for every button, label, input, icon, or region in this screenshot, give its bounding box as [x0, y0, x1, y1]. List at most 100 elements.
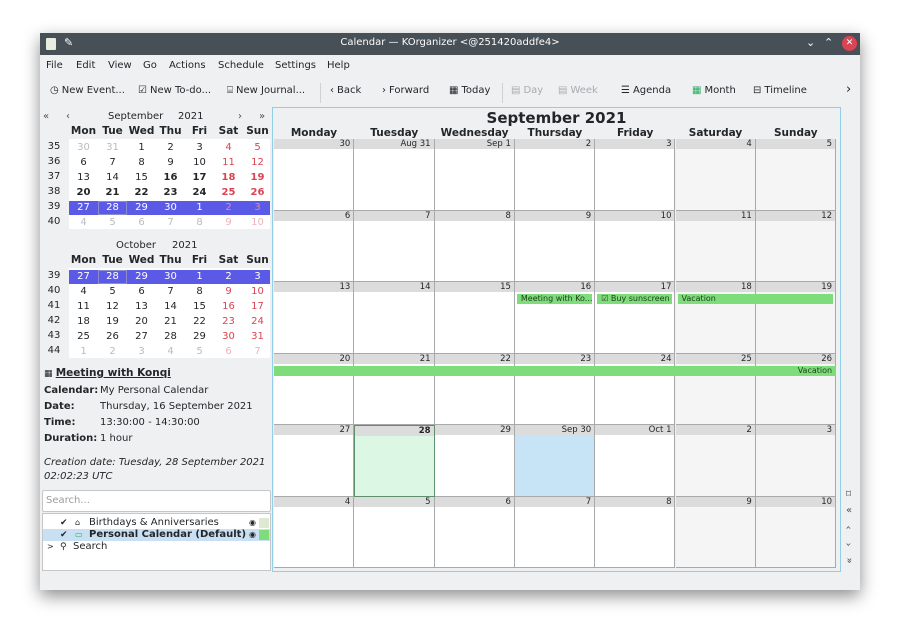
day-number[interactable]: 13	[274, 282, 354, 292]
week-number[interactable]: 39	[44, 201, 64, 212]
day-cell[interactable]: 3	[755, 425, 837, 497]
day-number[interactable]: 19	[755, 282, 836, 292]
week-number[interactable]: 42	[44, 315, 64, 326]
calendar-event[interactable]: ☑ Buy sunscreen	[597, 294, 673, 304]
day-number[interactable]: Sep 1	[434, 139, 514, 149]
minical-day[interactable]: 4	[69, 285, 98, 299]
day-number[interactable]: 7	[354, 210, 434, 221]
day-cell[interactable]: 6	[274, 210, 355, 282]
day-cell[interactable]: 8	[595, 496, 676, 568]
minical-day[interactable]: 3	[243, 201, 272, 215]
minical-day[interactable]: 19	[98, 315, 127, 329]
day-cell[interactable]: 23	[514, 353, 596, 425]
minical-day[interactable]: 17	[185, 171, 214, 185]
week-number[interactable]: 35	[44, 141, 64, 152]
minical-day[interactable]: 2	[214, 201, 243, 215]
minical-day[interactable]: 3	[127, 345, 156, 359]
minical-day[interactable]: 5	[98, 285, 127, 299]
minical-day[interactable]: 21	[156, 315, 185, 329]
calendar-search-box[interactable]	[42, 490, 271, 512]
day-number[interactable]: 25	[675, 353, 755, 364]
minical-day[interactable]: 5	[243, 141, 272, 155]
minical-day[interactable]: 17	[243, 300, 272, 314]
day-number[interactable]: 4	[274, 496, 354, 507]
close-button[interactable]: ✕	[842, 36, 857, 51]
minical-day[interactable]: 25	[69, 330, 98, 344]
day-number[interactable]: 12	[755, 210, 836, 221]
minical-year[interactable]: 2021	[172, 240, 197, 251]
day-cell[interactable]: 18	[675, 282, 756, 354]
minical-day[interactable]: 14	[98, 171, 127, 185]
minical-day[interactable]: 8	[127, 156, 156, 170]
day-cell[interactable]: Aug 31	[354, 139, 435, 211]
day-cell[interactable]: 7	[514, 496, 596, 568]
day-number[interactable]: Aug 31	[354, 139, 434, 149]
menu-go[interactable]: Go	[143, 60, 157, 71]
day-cell[interactable]: 2	[514, 139, 596, 211]
week-number[interactable]: 37	[44, 171, 64, 182]
day-number[interactable]: 17	[595, 282, 675, 292]
day-number[interactable]: 2	[675, 425, 755, 435]
day-cell[interactable]: 4	[274, 496, 355, 568]
day-cell[interactable]: 9	[514, 210, 596, 282]
minical-day[interactable]: 30	[69, 141, 98, 155]
minical-day[interactable]: 15	[127, 171, 156, 185]
minical-day[interactable]: 10	[243, 285, 272, 299]
day-cell[interactable]: 19	[755, 282, 837, 354]
week-number[interactable]: 43	[44, 330, 64, 341]
day-number[interactable]: 16	[514, 282, 595, 292]
day-cell[interactable]: 20	[274, 353, 355, 425]
minical-day[interactable]: 6	[214, 345, 243, 359]
event-title-link[interactable]: Meeting with Konqi	[56, 367, 171, 379]
minical-day[interactable]: 27	[69, 201, 98, 215]
minical-day[interactable]: 7	[98, 156, 127, 170]
minical-day[interactable]: 18	[214, 171, 243, 185]
minical-day[interactable]: 29	[127, 270, 156, 284]
day-number[interactable]: 24	[595, 353, 675, 364]
minical-day[interactable]: 11	[214, 156, 243, 170]
eye-icon[interactable]: ◉	[249, 517, 256, 529]
day-number[interactable]: 23	[514, 353, 595, 364]
minical-day[interactable]: 18	[69, 315, 98, 329]
scroll-down-fast-icon[interactable]: »	[844, 557, 855, 563]
minical-month[interactable]: September	[108, 111, 163, 122]
week-number[interactable]: 38	[44, 186, 64, 197]
day-cell[interactable]: 13	[274, 282, 355, 354]
day-cell[interactable]: 30	[274, 139, 355, 211]
day-number[interactable]: 26	[755, 353, 836, 364]
minical-day[interactable]: 16	[156, 171, 185, 185]
checkbox-checked-icon[interactable]: ✔	[60, 529, 68, 541]
minical-day[interactable]: 24	[243, 315, 272, 329]
day-cell[interactable]: 22	[434, 353, 515, 425]
minical-day[interactable]: 28	[98, 201, 127, 215]
day-number[interactable]: 11	[675, 210, 755, 221]
minical-day[interactable]: 4	[214, 141, 243, 155]
minical-day[interactable]: 22	[185, 315, 214, 329]
day-cell[interactable]: 12	[755, 210, 837, 282]
next-month-button[interactable]: ›	[238, 111, 242, 122]
day-number[interactable]: 9	[675, 496, 755, 507]
day-number[interactable]: 22	[434, 353, 514, 364]
day-cell[interactable]: 8	[434, 210, 515, 282]
day-cell[interactable]: 6	[434, 496, 515, 568]
minical-day[interactable]: 30	[156, 270, 185, 284]
minical-day[interactable]: 16	[214, 300, 243, 314]
prev-month-button[interactable]: ‹	[66, 111, 70, 122]
day-number[interactable]: 6	[274, 210, 354, 221]
day-number[interactable]: 4	[675, 139, 755, 149]
minical-day[interactable]: 5	[185, 345, 214, 359]
day-cell[interactable]: 10	[595, 210, 676, 282]
day-cell[interactable]: 2	[675, 425, 756, 497]
minical-day[interactable]: 26	[98, 330, 127, 344]
month-view-button[interactable]: ▦ Month	[692, 85, 736, 96]
day-cell[interactable]: 17	[595, 282, 676, 354]
calendar-event[interactable]: Vacation	[274, 365, 837, 376]
day-cell[interactable]: 14	[354, 282, 435, 354]
minical-day[interactable]: 23	[156, 186, 185, 200]
menu-help[interactable]: Help	[327, 60, 350, 71]
minical-day[interactable]: 27	[127, 330, 156, 344]
menu-file[interactable]: File	[46, 60, 63, 71]
day-cell[interactable]: 27	[274, 425, 355, 497]
day-cell[interactable]: 10	[755, 496, 837, 568]
minical-day[interactable]: 13	[69, 171, 98, 185]
